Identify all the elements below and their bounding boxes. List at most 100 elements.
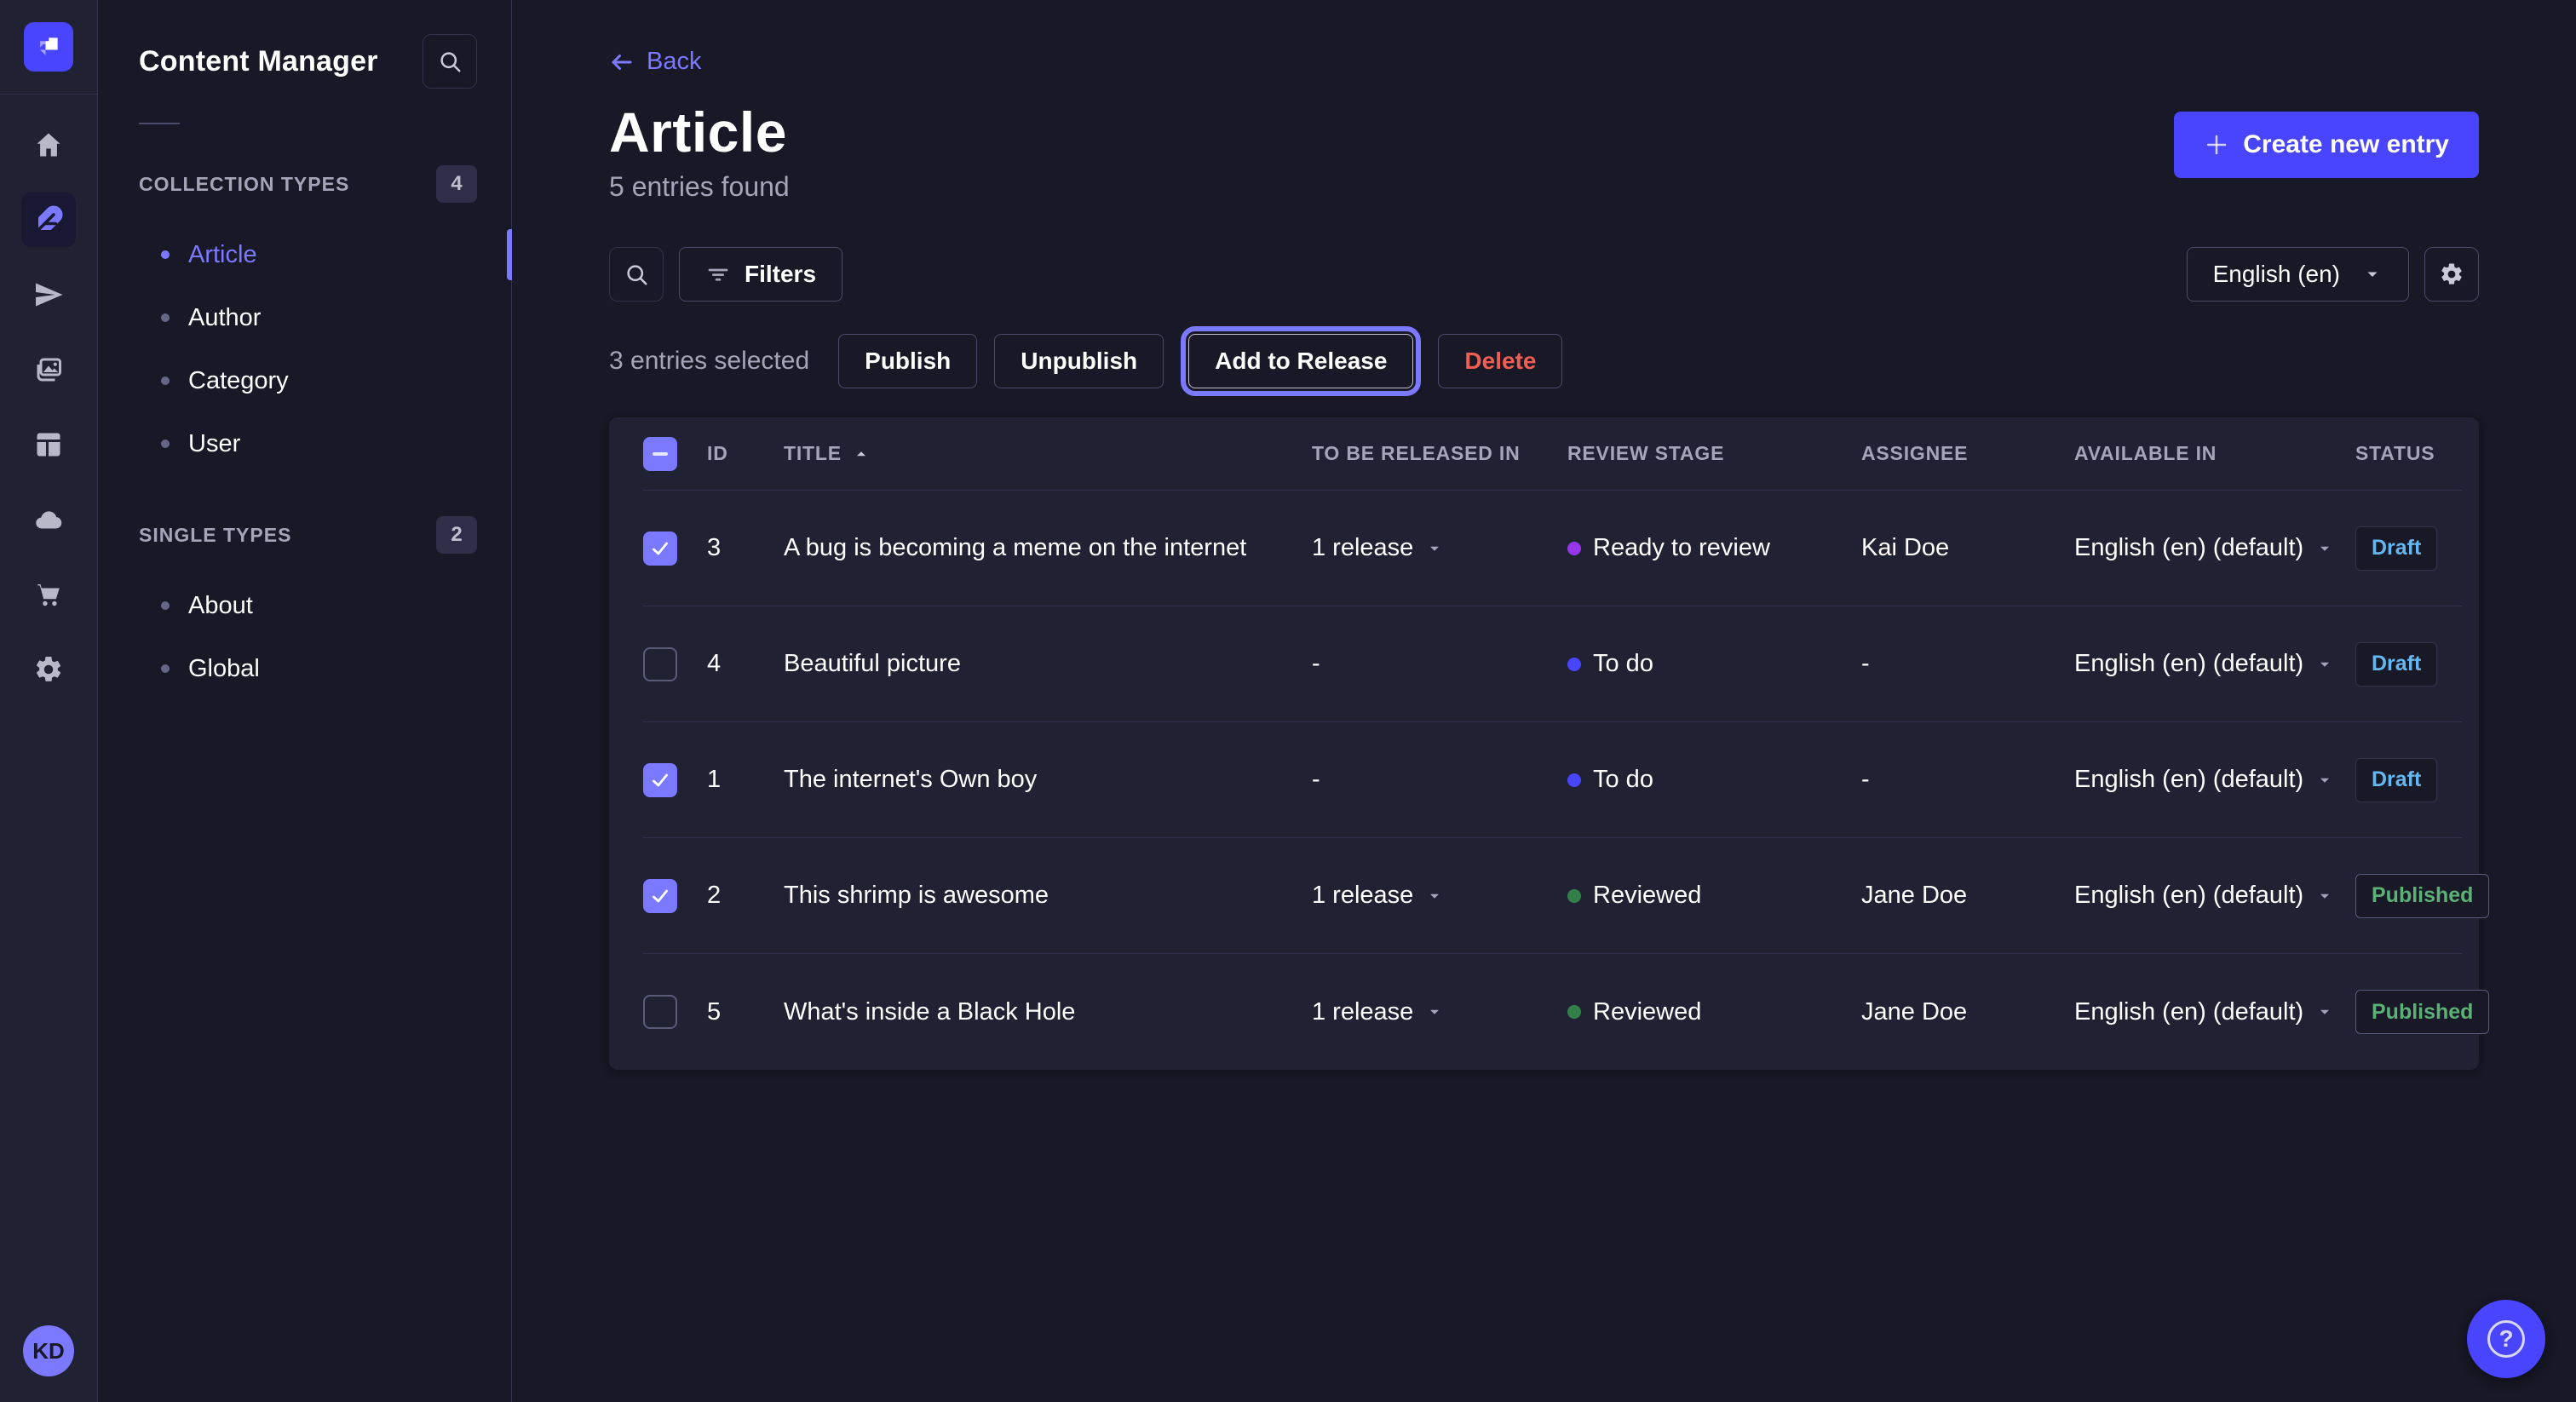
cell-review-stage: Reviewed xyxy=(1567,882,1861,910)
gear-icon xyxy=(2439,261,2464,287)
table-row[interactable]: 5 What's inside a Black Hole 1 release R… xyxy=(643,954,2462,1070)
cell-status: Published xyxy=(2355,874,2462,918)
cell-assignee: - xyxy=(1861,766,2074,794)
chevron-down-icon xyxy=(1425,539,1444,558)
cell-assignee: Kai Doe xyxy=(1861,534,2074,562)
cell-title: What's inside a Black Hole xyxy=(784,998,1312,1026)
column-header-title[interactable]: TITLE xyxy=(784,442,1312,465)
rail-item-settings[interactable] xyxy=(21,642,76,697)
column-header-id: ID xyxy=(707,442,784,465)
release-dropdown[interactable]: - xyxy=(1312,650,1567,678)
user-avatar[interactable]: KD xyxy=(23,1325,74,1376)
cell-assignee: Jane Doe xyxy=(1861,998,2074,1026)
release-dropdown[interactable]: 1 release xyxy=(1312,998,1567,1026)
table-row[interactable]: 1 The internet's Own boy - To do - Engli… xyxy=(643,722,2462,838)
cell-review-stage: Reviewed xyxy=(1567,998,1861,1026)
sidebar-nav-item[interactable]: Global xyxy=(139,637,477,700)
paper-plane-icon xyxy=(33,279,64,310)
sidebar-search-button[interactable] xyxy=(423,34,477,89)
table-row[interactable]: 2 This shrimp is awesome 1 release Revie… xyxy=(643,838,2462,954)
rail-divider xyxy=(0,94,97,95)
check-icon xyxy=(649,885,671,907)
row-checkbox[interactable] xyxy=(643,879,677,913)
view-settings-button[interactable] xyxy=(2424,247,2479,302)
locale-select[interactable]: English (en) xyxy=(2187,247,2409,302)
bullet-icon xyxy=(161,440,170,448)
rail-item-marketplace[interactable] xyxy=(21,567,76,622)
column-header-assignee: ASSIGNEE xyxy=(1861,442,2074,465)
cart-icon xyxy=(33,579,64,610)
sidebar-title: Content Manager xyxy=(139,45,378,78)
sidebar-nav-item[interactable]: About xyxy=(139,574,477,637)
cell-id: 4 xyxy=(707,650,784,678)
cell-review-stage: Ready to review xyxy=(1567,534,1861,562)
create-new-entry-button[interactable]: Create new entry xyxy=(2174,112,2479,178)
release-dropdown[interactable]: 1 release xyxy=(1312,882,1567,910)
cell-review-stage: To do xyxy=(1567,766,1861,794)
layout-icon xyxy=(33,429,64,460)
bullet-icon xyxy=(161,601,170,610)
column-header-release: TO BE RELEASED IN xyxy=(1312,442,1567,465)
stage-dot-icon xyxy=(1567,542,1581,555)
table-row[interactable]: 3 A bug is becoming a meme on the intern… xyxy=(643,491,2462,606)
add-to-release-button[interactable]: Add to Release xyxy=(1188,334,1413,388)
publish-button[interactable]: Publish xyxy=(838,334,977,388)
bullet-icon xyxy=(161,313,170,322)
row-checkbox[interactable] xyxy=(643,647,677,681)
release-dropdown[interactable]: 1 release xyxy=(1312,534,1567,562)
status-badge: Draft xyxy=(2355,526,2437,571)
status-badge: Published xyxy=(2355,990,2489,1034)
locale-dropdown[interactable]: English (en) (default) xyxy=(2074,882,2355,910)
cell-title: A bug is becoming a meme on the internet xyxy=(784,534,1312,562)
row-checkbox[interactable] xyxy=(643,763,677,797)
back-link[interactable]: Back xyxy=(609,48,701,76)
table-header-row: ID TITLE TO BE RELEASED IN REVIEW STAGE … xyxy=(643,417,2462,491)
cell-title: This shrimp is awesome xyxy=(784,882,1312,910)
rail-item-content-type-builder[interactable] xyxy=(21,417,76,472)
rail-item-media-library[interactable] xyxy=(21,342,76,397)
strapi-logo[interactable] xyxy=(24,22,73,72)
sidebar-nav-item[interactable]: Article xyxy=(139,223,477,286)
sidebar-nav-item[interactable]: Author xyxy=(139,286,477,349)
help-button[interactable]: ? xyxy=(2467,1300,2545,1378)
cell-id: 1 xyxy=(707,766,784,794)
column-header-status: STATUS xyxy=(2355,442,2462,465)
unpublish-button[interactable]: Unpublish xyxy=(994,334,1164,388)
filters-button[interactable]: Filters xyxy=(679,247,842,302)
content-manager-sidebar: Content Manager COLLECTION TYPES 4 Artic… xyxy=(98,0,512,1402)
stage-dot-icon xyxy=(1567,773,1581,787)
select-all-checkbox[interactable] xyxy=(643,437,677,471)
chevron-down-icon xyxy=(2315,887,2334,905)
rail-item-content-manager[interactable] xyxy=(21,192,76,247)
chevron-down-icon xyxy=(2315,655,2334,674)
column-header-available: AVAILABLE IN xyxy=(2074,442,2355,465)
nav-rail: KD xyxy=(0,0,98,1402)
entries-table: ID TITLE TO BE RELEASED IN REVIEW STAGE … xyxy=(609,417,2479,1070)
gear-icon xyxy=(33,654,64,685)
rail-item-deploy[interactable] xyxy=(21,492,76,547)
delete-button[interactable]: Delete xyxy=(1438,334,1562,388)
row-checkbox[interactable] xyxy=(643,995,677,1029)
row-checkbox[interactable] xyxy=(643,531,677,566)
locale-dropdown[interactable]: English (en) (default) xyxy=(2074,998,2355,1026)
table-row[interactable]: 4 Beautiful picture - To do - English (e… xyxy=(643,606,2462,722)
cell-title: The internet's Own boy xyxy=(784,766,1312,794)
chevron-down-icon xyxy=(1425,887,1444,905)
single-types-count-badge: 2 xyxy=(436,516,477,554)
release-dropdown[interactable]: - xyxy=(1312,766,1567,794)
cell-status: Draft xyxy=(2355,526,2462,571)
rail-item-home[interactable] xyxy=(21,118,76,172)
sidebar-nav-item[interactable]: Category xyxy=(139,349,477,412)
list-search-button[interactable] xyxy=(609,247,664,302)
locale-dropdown[interactable]: English (en) (default) xyxy=(2074,766,2355,794)
check-icon xyxy=(649,537,671,560)
rail-item-releases[interactable] xyxy=(21,267,76,322)
feather-icon xyxy=(33,204,64,235)
stage-dot-icon xyxy=(1567,889,1581,903)
sidebar-divider xyxy=(139,123,180,124)
stage-dot-icon xyxy=(1567,1005,1581,1019)
sidebar-nav-item[interactable]: User xyxy=(139,412,477,475)
locale-dropdown[interactable]: English (en) (default) xyxy=(2074,534,2355,562)
status-badge: Published xyxy=(2355,874,2489,918)
locale-dropdown[interactable]: English (en) (default) xyxy=(2074,650,2355,678)
